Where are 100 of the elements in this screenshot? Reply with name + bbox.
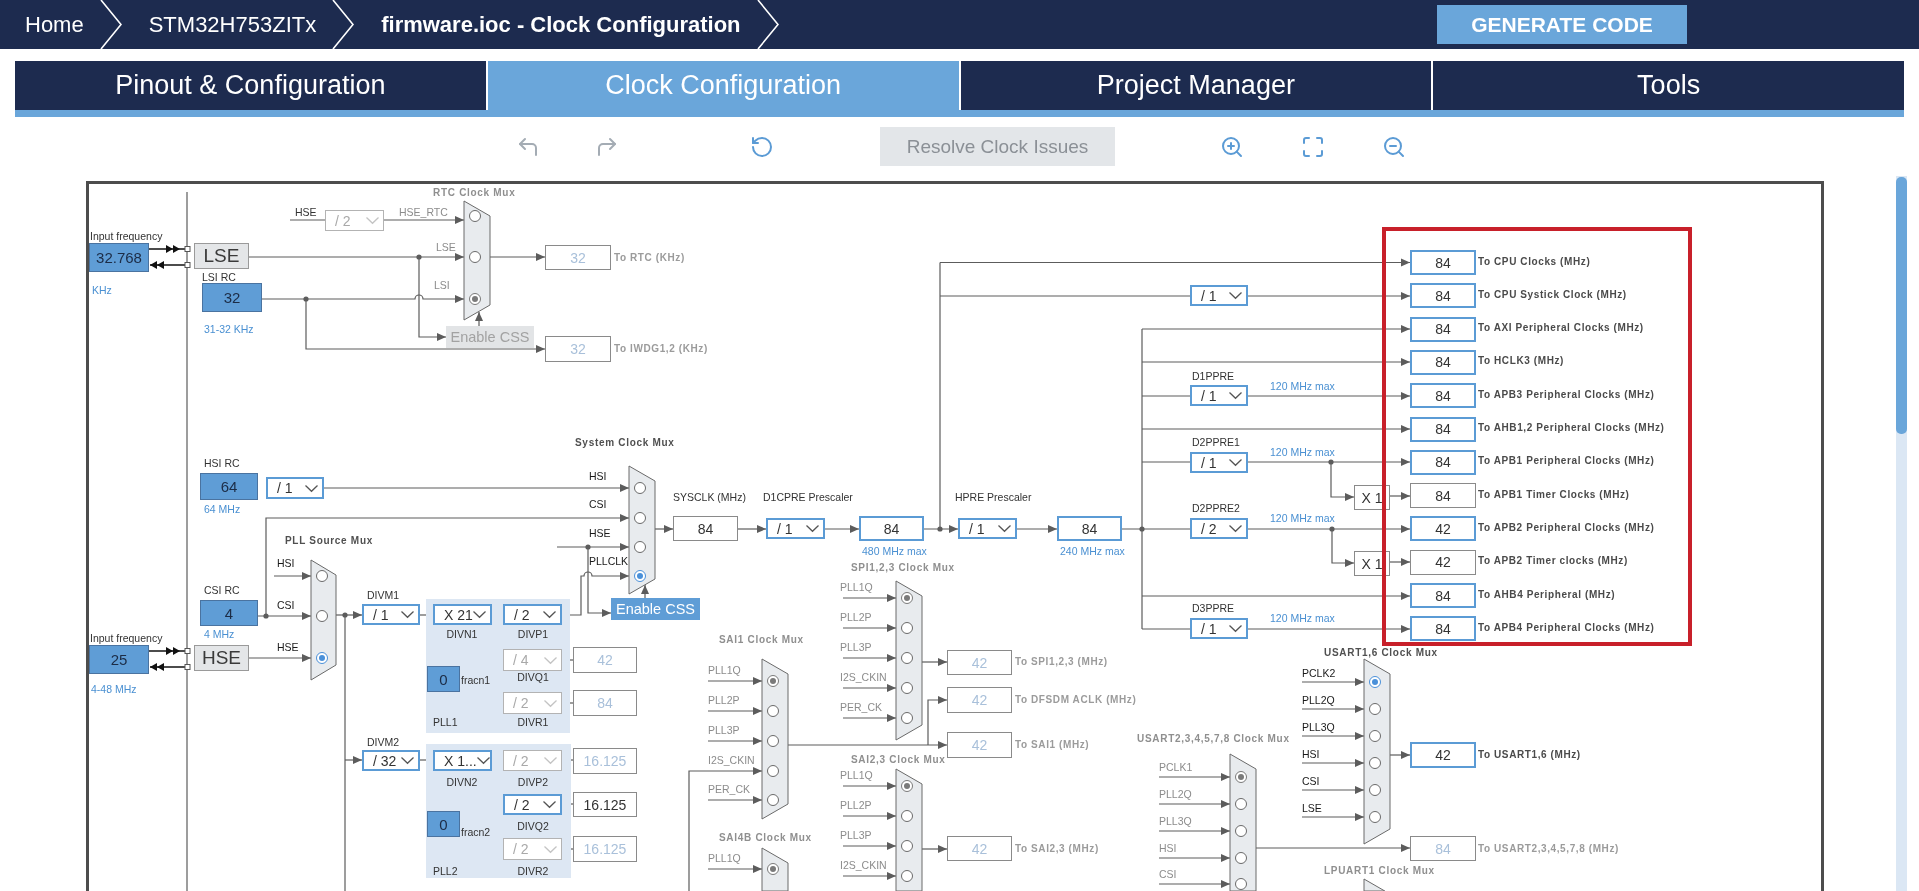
max-frequency-note: 120 MHz max	[1270, 612, 1335, 624]
fraction-input[interactable]: 0	[427, 811, 460, 837]
frequency-output: 84	[1410, 616, 1476, 642]
radio-button[interactable]	[767, 675, 779, 687]
breadcrumb-item[interactable]: STM32H753ZITx	[148, 11, 317, 38]
radio-button[interactable]	[767, 705, 779, 717]
chevron-down-icon	[544, 699, 557, 707]
chevron-down-icon	[366, 217, 379, 224]
oscillator-value: 64	[200, 473, 258, 500]
prescaler-caption: DIVM2	[367, 736, 400, 748]
radio-button[interactable]	[469, 293, 481, 305]
radio-button[interactable]	[901, 810, 913, 822]
mux-input-label: PLL3P	[840, 829, 872, 841]
ratio-dropdown[interactable]: / 1	[1190, 285, 1248, 306]
double-arrow-icon	[149, 261, 186, 269]
ratio-dropdown[interactable]: / 1	[1190, 618, 1248, 639]
radio-button[interactable]	[1235, 825, 1247, 837]
radio-button[interactable]	[634, 570, 646, 582]
radio-button[interactable]	[316, 652, 328, 664]
fit-screen-icon[interactable]	[1303, 136, 1323, 157]
prescaler-caption: DIVR2	[517, 865, 549, 877]
ratio-dropdown[interactable]: / 2	[1190, 518, 1248, 539]
ratio-dropdown[interactable]: / 1	[362, 604, 420, 625]
radio-button[interactable]	[901, 622, 913, 634]
radio-button[interactable]	[767, 735, 779, 747]
frequency-value: 42	[573, 647, 637, 673]
output-label: To APB1 Peripheral Clocks (MHz)	[1478, 455, 1655, 468]
mux-input-label: CSI	[1302, 775, 1320, 787]
clock-wire	[842, 842, 897, 850]
tab[interactable]: Project Manager	[960, 61, 1432, 110]
radio-button[interactable]	[1235, 852, 1247, 864]
radio-button[interactable]	[469, 251, 481, 263]
clock-wire	[842, 654, 897, 662]
output-label: To APB2 Peripheral Clocks (MHz)	[1478, 521, 1655, 534]
radio-button[interactable]	[901, 870, 913, 882]
radio-button[interactable]	[1369, 676, 1381, 688]
radio-button[interactable]	[1235, 798, 1247, 810]
radio-button[interactable]	[767, 794, 779, 806]
fraction-label: fracn1	[461, 674, 491, 686]
mux-input-label: I2S_CKIN	[840, 671, 887, 683]
chevron-down-icon	[544, 656, 557, 664]
output-label: To APB2 Timer clocks (MHz)	[1478, 555, 1628, 568]
ratio-dropdown[interactable]: / 1	[1190, 452, 1248, 473]
mux-input-label: PER_CK	[708, 783, 750, 795]
refresh-icon[interactable]	[752, 136, 772, 157]
double-arrow-icon	[148, 245, 186, 253]
scrollbar-thumb[interactable]	[1896, 177, 1907, 434]
frequency-output: 42	[1410, 516, 1476, 542]
ratio-dropdown[interactable]: / 32	[362, 750, 420, 771]
prescaler-caption: D1CPRE Prescaler	[763, 491, 853, 503]
tab[interactable]: Tools	[1433, 61, 1904, 110]
frequency-output: 84	[859, 516, 924, 541]
radio-button[interactable]	[901, 780, 913, 792]
ratio-dropdown[interactable]: X 1...	[433, 750, 492, 771]
ratio-dropdown[interactable]: / 1	[1190, 385, 1248, 406]
radio-button[interactable]	[1369, 811, 1381, 823]
ratio-dropdown[interactable]: / 1	[958, 518, 1017, 539]
frequency-input[interactable]: 32.768	[89, 243, 149, 272]
radio-button[interactable]	[1235, 771, 1247, 783]
breadcrumb-item[interactable]: Home	[25, 11, 84, 38]
range-note: 4 MHz	[204, 628, 235, 640]
mux-title: SAI1 Clock Mux	[719, 634, 804, 646]
radio-button[interactable]	[1369, 703, 1381, 715]
clock-wire	[1389, 558, 1411, 566]
fraction-input[interactable]: 0	[427, 666, 460, 692]
tab[interactable]: Pinout & Configuration	[15, 61, 486, 110]
radio-button[interactable]	[901, 652, 913, 664]
radio-button[interactable]	[1369, 784, 1381, 796]
radio-button[interactable]	[767, 863, 779, 875]
ratio-dropdown[interactable]: / 1	[266, 477, 324, 499]
mux-input-label: LSE	[436, 241, 456, 253]
radio-button[interactable]	[316, 570, 328, 582]
mux-input-label: PCLK2	[1302, 667, 1336, 679]
radio-button[interactable]	[901, 712, 913, 724]
frequency-input[interactable]: 25	[89, 645, 149, 674]
radio-button[interactable]	[901, 682, 913, 694]
radio-button[interactable]	[634, 482, 646, 494]
radio-button[interactable]	[901, 592, 913, 604]
radio-button[interactable]	[767, 765, 779, 777]
ratio-dropdown[interactable]: / 2	[503, 604, 562, 625]
radio-button[interactable]	[901, 840, 913, 852]
prescaler-caption: DIVM1	[367, 589, 400, 601]
ratio-dropdown[interactable]: / 1	[766, 518, 825, 539]
radio-button[interactable]	[634, 512, 646, 524]
clock-wire	[921, 845, 948, 853]
radio-button[interactable]	[469, 210, 481, 222]
radio-button[interactable]	[316, 610, 328, 622]
mux-input-label: PLL2Q	[1159, 788, 1192, 800]
breadcrumb-item[interactable]: firmware.ioc - Clock Configuration	[381, 11, 741, 38]
radio-button[interactable]	[1369, 730, 1381, 742]
frequency-value: 42	[947, 687, 1012, 713]
mux-title: System Clock Mux	[575, 437, 675, 449]
ratio-dropdown[interactable]: / 2	[503, 794, 562, 815]
radio-button[interactable]	[634, 541, 646, 553]
mux-input-label: PLL3Q	[1302, 721, 1335, 733]
zoom-in-icon[interactable]	[1222, 136, 1242, 157]
radio-button[interactable]	[1369, 757, 1381, 769]
ratio-dropdown[interactable]: X 21	[433, 604, 492, 625]
zoom-out-icon[interactable]	[1384, 136, 1404, 157]
radio-button[interactable]	[1235, 878, 1247, 890]
